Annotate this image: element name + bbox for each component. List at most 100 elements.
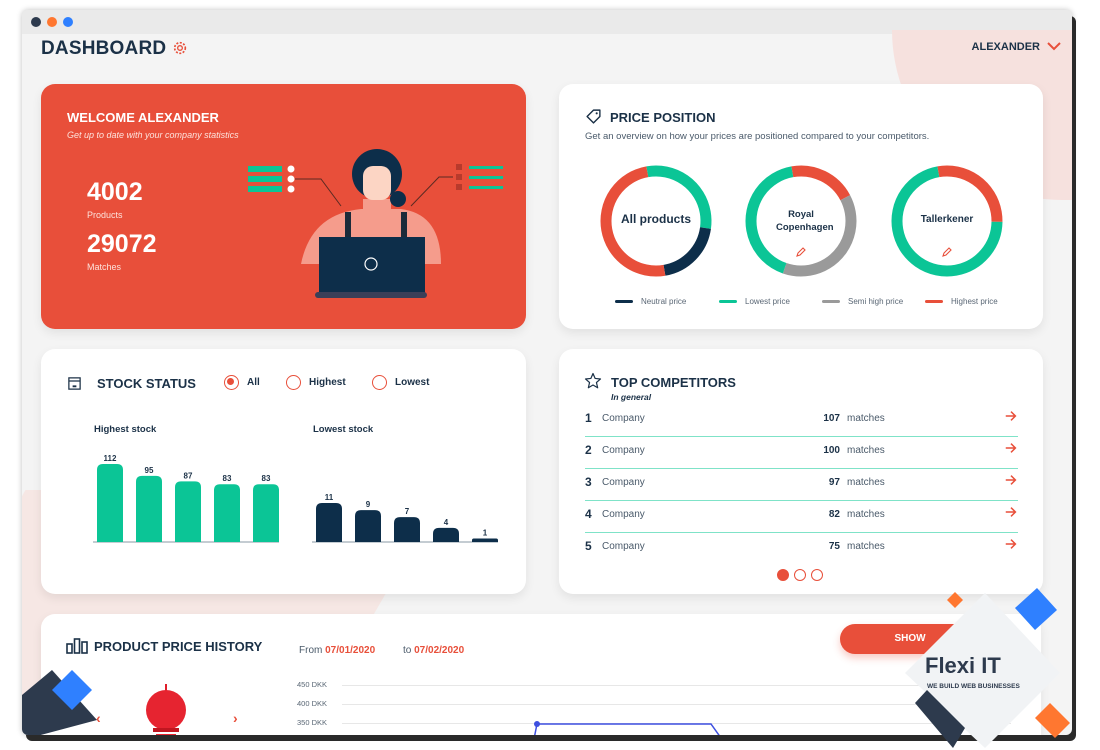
bar-value-label: 87 — [184, 471, 193, 480]
filter-all-radio[interactable]: All — [224, 375, 260, 390]
radio-label: Lowest — [395, 377, 430, 388]
donut-label: Royal Copenhagen — [776, 209, 834, 233]
matches-label: Matches — [87, 262, 122, 272]
radio-circle[interactable] — [372, 375, 387, 390]
competitor-name: Company — [602, 477, 645, 488]
price-position-subtitle: Get an overview on how your prices are p… — [585, 131, 930, 142]
products-label: Products — [87, 210, 123, 220]
radio-circle[interactable] — [286, 375, 301, 390]
bar — [175, 481, 201, 542]
bar — [355, 510, 381, 542]
page-title: DASHBOARD — [41, 38, 167, 59]
arrow-right-icon[interactable] — [1004, 409, 1018, 423]
highest-stock-chart: 112 95 87 83 83 — [93, 454, 279, 543]
filter-highest-radio[interactable]: Highest — [286, 375, 346, 390]
competitor-row[interactable]: 2 Company 100 matches — [585, 437, 1018, 469]
bar — [97, 464, 123, 542]
price-history-card: PRODUCT PRICE HISTORY From 07/01/2020 to… — [41, 614, 1041, 735]
window-close-button[interactable] — [31, 17, 41, 27]
competitor-match-unit: matches — [847, 413, 885, 424]
competitor-row[interactable]: 1 Company 107 matches — [585, 405, 1018, 437]
price-history-title: PRODUCT PRICE HISTORY — [94, 639, 263, 654]
competitor-match-count: 97 — [828, 477, 840, 488]
pagination-dot-3[interactable] — [811, 569, 823, 581]
price-line-series — [534, 721, 720, 735]
to-label: to — [403, 645, 412, 656]
inbox-icon — [68, 377, 81, 390]
flexi-it-logo: Flexi IT WE BUILD WEB BUSINESSES — [905, 588, 1070, 748]
y-tick: 350 DKK — [297, 718, 328, 727]
legend-label: Lowest price — [745, 297, 790, 306]
competitor-match-unit: matches — [847, 445, 885, 456]
product-image — [146, 684, 186, 735]
window-maximize-button[interactable] — [63, 17, 73, 27]
bar — [472, 538, 498, 542]
arrow-right-icon[interactable] — [1004, 441, 1018, 455]
bar-value-label: 4 — [444, 518, 449, 527]
lowest-stock-label: Lowest stock — [313, 424, 374, 435]
competitor-rank: 3 — [585, 475, 592, 489]
stock-status-title: STOCK STATUS — [97, 376, 196, 391]
bar — [316, 503, 342, 542]
woman-laptop-illustration — [248, 149, 503, 298]
price-position-card: PRICE POSITION Get an overview on how yo… — [559, 84, 1043, 329]
arrow-right-icon[interactable] — [1004, 537, 1018, 551]
filter-lowest-radio[interactable]: Lowest — [372, 375, 429, 390]
welcome-card: WELCOME ALEXANDER Get up to date with yo… — [41, 84, 526, 329]
bar-value-label: 83 — [262, 474, 271, 483]
bar-value-label: 7 — [405, 507, 410, 516]
stock-status-card: STOCK STATUS All Highest Lowest Highest … — [41, 349, 526, 594]
pagination-dot-2[interactable] — [794, 569, 806, 581]
bar-chart-icon — [66, 638, 88, 654]
competitor-row[interactable]: 3 Company 97 matches — [585, 469, 1018, 501]
window-minimize-button[interactable] — [47, 17, 57, 27]
arrow-right-icon[interactable] — [1004, 505, 1018, 519]
competitor-name: Company — [602, 413, 645, 424]
from-label: From — [299, 645, 323, 656]
competitor-match-unit: matches — [847, 477, 885, 488]
competitor-rank: 5 — [585, 539, 592, 553]
arrow-right-icon[interactable] — [1004, 473, 1018, 487]
decorative-shape — [22, 670, 97, 735]
bar-value-label: 1 — [483, 528, 488, 537]
tag-icon — [586, 109, 601, 124]
competitor-row[interactable]: 5 Company 75 matches — [585, 533, 1018, 565]
bar-value-label: 11 — [325, 493, 334, 502]
pagination-dot-1[interactable] — [777, 569, 789, 581]
bar-value-label: 95 — [145, 466, 154, 475]
competitor-row[interactable]: 4 Company 82 matches — [585, 501, 1018, 533]
highest-stock-label: Highest stock — [94, 424, 157, 435]
price-position-title: PRICE POSITION — [610, 110, 716, 125]
top-competitors-card: TOP COMPETITORS In general 1 Company 107 ma… — [559, 349, 1043, 594]
pencil-icon[interactable] — [941, 246, 953, 258]
radio-circle[interactable] — [224, 375, 239, 390]
competitor-name: Company — [602, 445, 645, 456]
legend-semi-high: Semi high price — [822, 297, 903, 306]
date-to[interactable]: to 07/02/2020 — [403, 645, 464, 656]
bar — [394, 517, 420, 542]
user-menu[interactable]: ALEXANDER — [972, 41, 1040, 53]
legend-lowest: Lowest price — [719, 297, 790, 306]
competitor-match-count: 75 — [828, 541, 840, 552]
legend-label: Highest price — [951, 297, 998, 306]
from-date[interactable]: 07/01/2020 — [325, 645, 375, 656]
date-from[interactable]: From 07/01/2020 — [299, 645, 375, 656]
to-date[interactable]: 07/02/2020 — [414, 645, 464, 656]
pencil-icon[interactable] — [795, 246, 807, 258]
gear-icon[interactable] — [172, 40, 188, 56]
legend-highest: Highest price — [925, 297, 998, 306]
competitor-rank: 2 — [585, 443, 592, 457]
star-icon — [584, 372, 602, 389]
competitor-match-unit: matches — [847, 509, 885, 520]
welcome-subtitle: Get up to date with your company statist… — [67, 130, 239, 140]
next-product-button[interactable]: › — [233, 710, 238, 726]
competitor-rank: 4 — [585, 507, 592, 521]
legend-neutral: Neutral price — [615, 297, 686, 306]
chevron-down-icon[interactable] — [1046, 40, 1062, 52]
logo-brand: Flexi IT — [925, 653, 1001, 678]
lowest-stock-chart: 11 9 7 4 1 — [312, 493, 498, 543]
competitor-match-count: 82 — [828, 509, 840, 520]
competitor-match-count: 100 — [823, 445, 840, 456]
matches-count: 29072 — [87, 230, 157, 258]
legend-label: Neutral price — [641, 297, 687, 306]
